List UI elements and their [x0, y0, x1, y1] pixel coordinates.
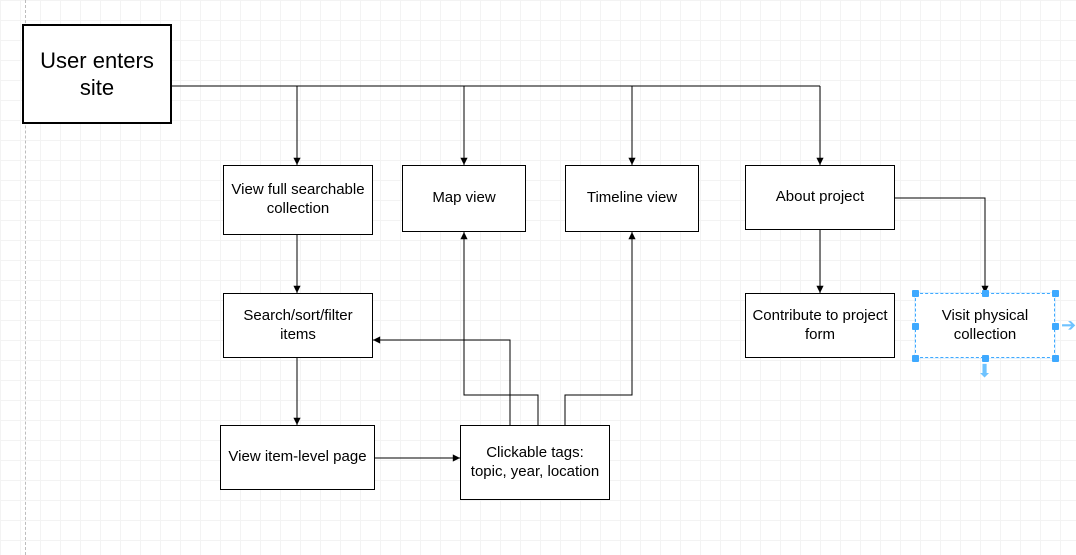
node-visit-physical-collection[interactable]: Visit physical collection [915, 293, 1055, 358]
node-map-view[interactable]: Map view [402, 165, 526, 232]
node-label: View item-level page [228, 448, 366, 467]
node-label: Visit physical collection [922, 307, 1048, 345]
resize-arrow-right-icon: ➔ [1061, 316, 1076, 334]
node-timeline-view[interactable]: Timeline view [565, 165, 699, 232]
resize-arrow-down-icon: ⬇ [977, 362, 992, 380]
node-clickable-tags[interactable]: Clickable tags: topic, year, location [460, 425, 610, 500]
node-search-sort-filter[interactable]: Search/sort/filter items [223, 293, 373, 358]
node-label: View full searchable collection [230, 181, 366, 219]
node-view-full-collection[interactable]: View full searchable collection [223, 165, 373, 235]
selection-handle[interactable] [1052, 290, 1059, 297]
node-label: Clickable tags: topic, year, location [467, 444, 603, 482]
node-contribute-form[interactable]: Contribute to project form [745, 293, 895, 358]
selection-handle[interactable] [912, 355, 919, 362]
selection-handle[interactable] [1052, 323, 1059, 330]
selection-handle[interactable] [912, 323, 919, 330]
node-label: Timeline view [587, 189, 677, 208]
node-label: User enters site [30, 47, 164, 102]
diagram-canvas[interactable]: User enters site View full searchable co… [0, 0, 1076, 555]
node-label: Contribute to project form [752, 307, 888, 345]
node-item-level-page[interactable]: View item-level page [220, 425, 375, 490]
node-about-project[interactable]: About project [745, 165, 895, 230]
node-label: About project [776, 188, 864, 207]
node-user-enters-site[interactable]: User enters site [22, 24, 172, 124]
selection-handle[interactable] [1052, 355, 1059, 362]
selection-handle[interactable] [982, 290, 989, 297]
node-label: Search/sort/filter items [230, 307, 366, 345]
selection-handle[interactable] [912, 290, 919, 297]
node-label: Map view [432, 189, 495, 208]
